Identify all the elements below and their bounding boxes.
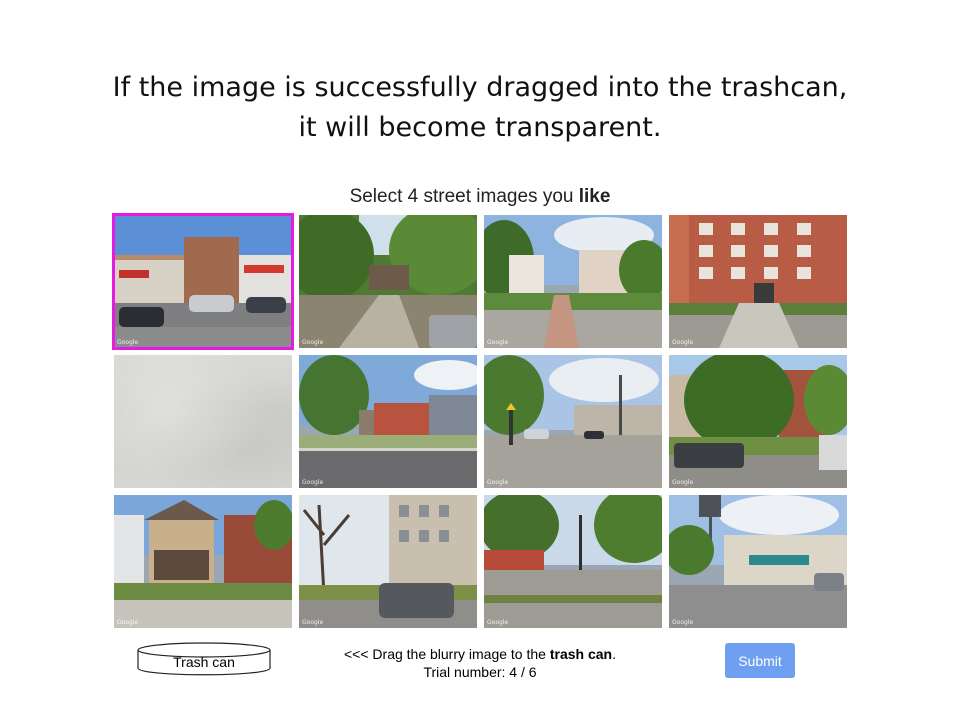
caption-line-2: it will become transparent. — [298, 112, 662, 143]
google-watermark: Google — [672, 479, 694, 486]
prompt-text: Select 4 street images you — [349, 186, 579, 207]
street-image-5-blurry[interactable] — [114, 355, 292, 488]
street-image-12[interactable]: Google — [669, 495, 847, 628]
street-image-6[interactable]: Google — [299, 355, 477, 488]
google-watermark: Google — [302, 479, 324, 486]
street-photo-1 — [114, 215, 292, 348]
task-prompt: Select 4 street images you like — [0, 185, 960, 209]
drag-hint-target: trash can — [549, 646, 613, 662]
google-watermark: Google — [117, 339, 139, 346]
trash-can-dropzone[interactable]: Trash can — [136, 641, 272, 677]
google-watermark: Google — [117, 619, 139, 626]
street-image-4[interactable]: Google — [669, 215, 847, 348]
submit-button[interactable]: Submit — [725, 643, 795, 678]
drag-hint: <<< Drag the blurry image to the trash c… — [300, 645, 660, 663]
drag-hint-text: <<< Drag the blurry image to the — [344, 646, 550, 662]
google-watermark: Google — [672, 619, 694, 626]
instruction-caption: If the image is successfully dragged int… — [0, 68, 960, 148]
street-image-2[interactable]: Google — [299, 215, 477, 348]
street-image-10[interactable]: Google — [299, 495, 477, 628]
google-watermark: Google — [487, 339, 509, 346]
caption-line-1: If the image is successfully dragged int… — [112, 72, 848, 103]
street-image-1[interactable]: Google — [112, 213, 294, 350]
google-watermark: Google — [672, 339, 694, 346]
google-watermark: Google — [487, 479, 509, 486]
street-image-11[interactable]: Google — [484, 495, 662, 628]
trash-can-label: Trash can — [173, 654, 235, 670]
drag-instructions: <<< Drag the blurry image to the trash c… — [300, 645, 660, 681]
street-image-9[interactable]: Google — [114, 495, 292, 628]
street-image-7[interactable]: Google — [484, 355, 662, 488]
street-image-3[interactable]: Google — [484, 215, 662, 348]
google-watermark: Google — [487, 619, 509, 626]
street-image-8[interactable]: Google — [669, 355, 847, 488]
drag-hint-period: . — [612, 646, 616, 662]
image-grid: Google Google Google Google Google Googl… — [112, 213, 850, 635]
google-watermark: Google — [302, 339, 324, 346]
trial-number: Trial number: 4 / 6 — [423, 664, 537, 680]
google-watermark: Google — [302, 619, 324, 626]
prompt-emphasis: like — [578, 186, 611, 207]
